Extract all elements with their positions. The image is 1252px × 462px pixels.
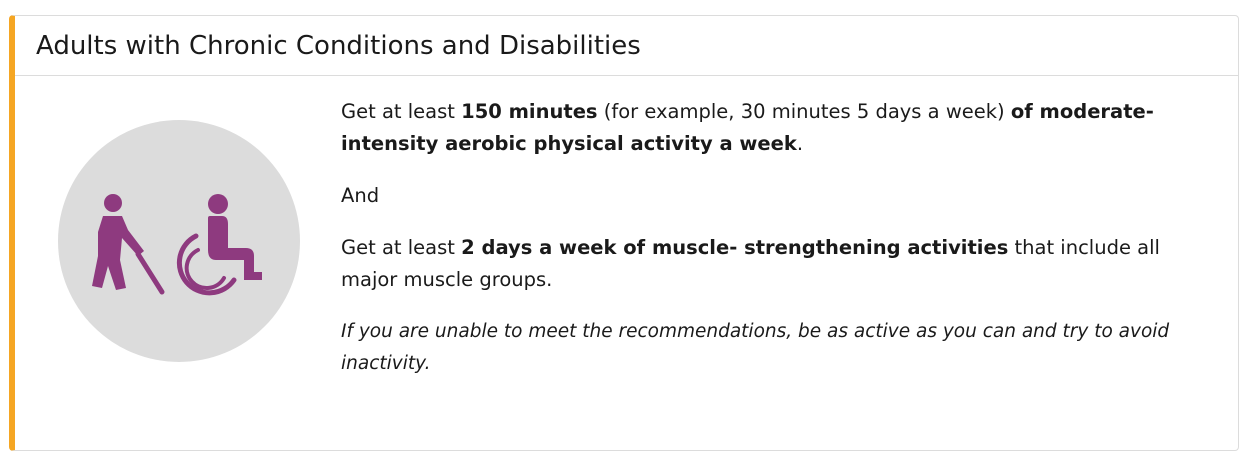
card-body: Get at least 150 minutes (for example, 3… xyxy=(15,76,1238,451)
guideline-text: Get at least 150 minutes (for example, 3… xyxy=(341,96,1221,380)
and-connector: And xyxy=(341,184,380,207)
strength-recommendation: Get at least 2 days a week of muscle- st… xyxy=(341,236,1160,291)
guideline-card: Adults with Chronic Conditions and Disab… xyxy=(9,15,1239,451)
person-with-cane-and-wheelchair-icon xyxy=(58,120,300,362)
card-title: Adults with Chronic Conditions and Disab… xyxy=(36,30,641,61)
aerobic-recommendation: Get at least 150 minutes (for example, 3… xyxy=(341,100,1154,155)
card-header: Adults with Chronic Conditions and Disab… xyxy=(15,16,1238,76)
activity-note: If you are unable to meet the recommenda… xyxy=(341,321,1170,374)
